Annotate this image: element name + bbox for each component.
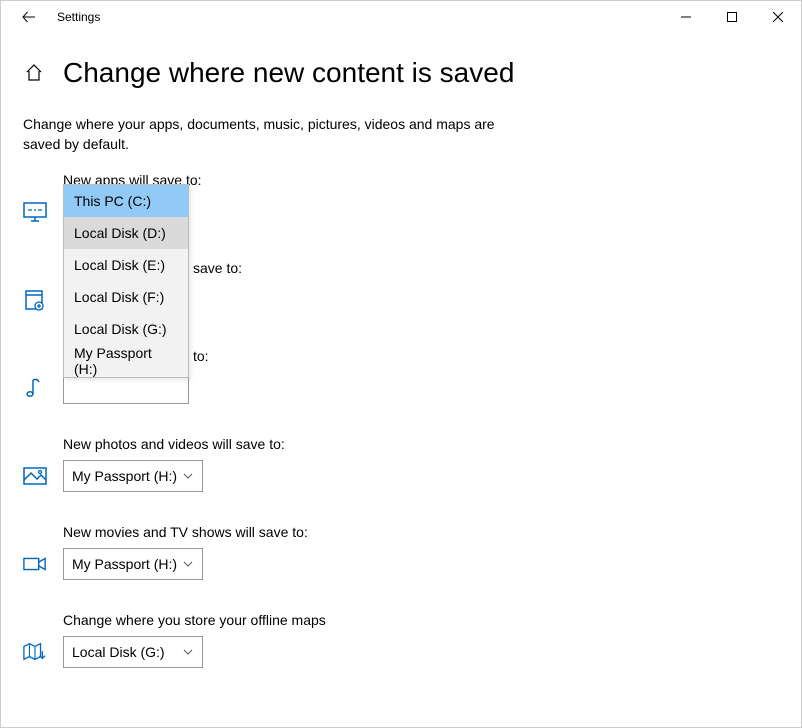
dropdown-item[interactable]: Local Disk (D:)	[64, 217, 188, 249]
photos-dropdown[interactable]: My Passport (H:)	[63, 460, 203, 492]
dropdown-item[interactable]: Local Disk (F:)	[64, 281, 188, 313]
back-arrow-icon	[21, 9, 37, 25]
minimize-icon	[681, 12, 691, 22]
window-controls	[663, 1, 801, 33]
maps-dropdown[interactable]: Local Disk (G:)	[63, 636, 203, 668]
sections: New apps will save to: This PC (C:) This…	[1, 154, 801, 668]
page-description: Change where your apps, documents, music…	[1, 99, 521, 154]
app-title: Settings	[57, 10, 100, 24]
titlebar: Settings	[1, 1, 801, 33]
documents-icon	[23, 288, 47, 312]
close-icon	[773, 12, 783, 22]
section-maps-label: Change where you store your offline maps	[23, 612, 779, 628]
dropdown-item[interactable]: My Passport (H:)	[64, 345, 188, 377]
section-maps: Change where you store your offline maps…	[23, 612, 779, 668]
movies-icon	[23, 552, 47, 576]
chevron-down-icon	[182, 470, 194, 482]
dropdown-item[interactable]: This PC (C:)	[64, 185, 188, 217]
chevron-down-icon	[182, 646, 194, 658]
dropdown-item[interactable]: Local Disk (G:)	[64, 313, 188, 345]
maximize-button[interactable]	[709, 1, 755, 33]
photos-icon	[23, 464, 47, 488]
movies-dropdown[interactable]: My Passport (H:)	[63, 548, 203, 580]
maximize-icon	[727, 12, 737, 22]
close-button[interactable]	[755, 1, 801, 33]
minimize-button[interactable]	[663, 1, 709, 33]
section-movies-label: New movies and TV shows will save to:	[23, 524, 779, 540]
maps-dropdown-value: Local Disk (G:)	[72, 644, 182, 660]
movies-dropdown-value: My Passport (H:)	[72, 556, 182, 572]
photos-dropdown-value: My Passport (H:)	[72, 468, 182, 484]
maps-icon	[23, 640, 47, 664]
back-button[interactable]	[9, 1, 49, 33]
apps-dropdown-list[interactable]: This PC (C:) Local Disk (D:) Local Disk …	[63, 184, 189, 378]
section-photos-label: New photos and videos will save to:	[23, 436, 779, 452]
chevron-down-icon	[182, 558, 194, 570]
home-button[interactable]	[23, 62, 45, 84]
heading-row: Change where new content is saved	[1, 33, 801, 99]
section-movies: New movies and TV shows will save to: My…	[23, 524, 779, 580]
apps-icon	[23, 200, 47, 224]
section-photos: New photos and videos will save to: My P…	[23, 436, 779, 492]
music-icon	[23, 376, 47, 400]
page-title: Change where new content is saved	[63, 57, 514, 89]
home-icon	[24, 63, 44, 83]
dropdown-item[interactable]: Local Disk (E:)	[64, 249, 188, 281]
